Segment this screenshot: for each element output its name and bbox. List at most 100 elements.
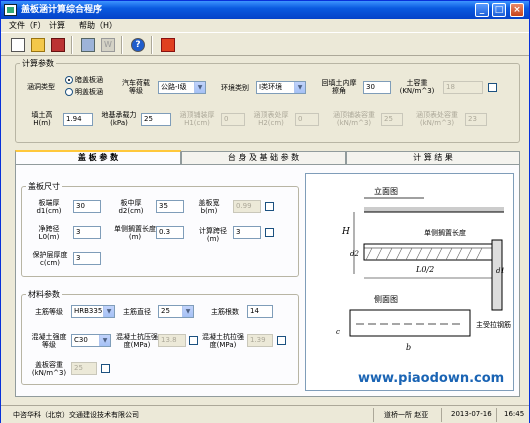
toolbar-separator	[71, 36, 73, 54]
close-button[interactable]: ×	[510, 3, 524, 17]
maximize-button[interactable]: □	[492, 3, 506, 17]
calculator-icon[interactable]	[79, 36, 97, 54]
calc-params-legend: 计算参数	[22, 59, 54, 68]
label-d1: d1	[496, 267, 505, 275]
foundation-capacity-label: 地基承载力(kPa)	[101, 111, 137, 127]
compress-input[interactable]: 13.8	[158, 334, 186, 347]
help-icon[interactable]: ?	[129, 36, 147, 54]
tab-abutment-params[interactable]: 台 身 及 基 础 参 数	[181, 151, 346, 164]
soil-weight-input[interactable]: 18	[443, 81, 483, 94]
menu-bar: 文件（F） 计算 帮助（H）	[1, 19, 529, 31]
culvert-diagram-svg: 立面图 H d2 d1 L0/2 单侧搁置长度 侧面图 主受拉钢筋 c b ww…	[336, 186, 511, 386]
label-b: b	[406, 343, 411, 352]
env-select[interactable]: I类环境 ▼	[256, 81, 306, 94]
new-file-icon[interactable]	[9, 36, 27, 54]
clear-span-label: 净跨径L0(m)	[38, 225, 60, 241]
calc-span-input[interactable]: 3	[233, 226, 261, 239]
paving-weight-label: 涵顶铺装容重(kN/m^3)	[333, 111, 375, 127]
status-bar: 中咨华科（北京）交通建设技术有限公司 道桥一所 赵亚 2013-07-16 16…	[1, 405, 529, 423]
tab-cover-params[interactable]: 盖 板 参 数	[15, 150, 181, 165]
tensile-label: 混凝土抗拉强度(MPa)	[202, 333, 244, 349]
culvert-type-option-open: 明盖板涵	[75, 88, 103, 96]
chevron-down-icon[interactable]: ▼	[103, 306, 114, 317]
app-icon	[4, 4, 17, 16]
cover-thickness-input[interactable]: 3	[73, 252, 101, 265]
culvert-type-label: 涵洞类型	[27, 83, 55, 91]
title-bar[interactable]: 盖板涵计算综合程序 _ □ ×	[1, 1, 529, 19]
calc-span-label: 计算跨径(m)	[199, 227, 227, 243]
save-icon[interactable]	[49, 36, 67, 54]
chevron-down-icon[interactable]: ▼	[182, 306, 193, 317]
status-user: 道桥一所 赵亚	[384, 411, 429, 419]
foundation-capacity-input[interactable]: 25	[141, 113, 171, 126]
compress-checkbox[interactable]	[189, 336, 198, 345]
soil-weight-label: 土容重(KN/m^3)	[399, 79, 435, 95]
compress-label: 混凝土抗压强度(MPa)	[116, 333, 158, 349]
rest-length-input[interactable]: 0.3	[156, 226, 184, 239]
label-l0: L0/2	[415, 265, 434, 274]
mid-thickness-input[interactable]: 35	[156, 200, 184, 213]
end-thickness-input[interactable]: 30	[73, 200, 101, 213]
menu-help[interactable]: 帮助（H）	[79, 20, 117, 31]
tab-results[interactable]: 计 算 结 果	[346, 151, 520, 164]
cover-slab-section	[349, 309, 471, 337]
rebar-grade-select[interactable]: HRB335 ▼	[71, 305, 115, 318]
rebar-dia-value: 25	[161, 307, 170, 315]
top-thickness-input[interactable]: 0	[221, 113, 245, 126]
rebar-dia-select[interactable]: 25 ▼	[158, 305, 194, 318]
end-thickness-label: 板端厚d1(cm)	[36, 199, 62, 215]
cover-weight-label: 盖板容重(kN/m^3)	[31, 361, 67, 377]
watermark: www.piaodown.com	[358, 371, 504, 386]
toolbar-separator	[121, 36, 123, 54]
tensile-input[interactable]: 1.39	[247, 334, 273, 347]
fill-height-input[interactable]: 1.94	[63, 113, 93, 126]
culvert-type-radio-dark[interactable]	[65, 76, 73, 84]
chevron-down-icon[interactable]: ▼	[194, 82, 205, 93]
fill-height-label: 填土高H(m)	[31, 111, 53, 127]
vehicle-load-value: 公路-I级	[161, 83, 187, 91]
backfill-angle-input[interactable]: 30	[363, 81, 391, 94]
status-time: 16:45	[504, 410, 525, 418]
surface-weight-input[interactable]: 23	[465, 113, 487, 126]
top-surface-input[interactable]: 0	[295, 113, 319, 126]
tensile-checkbox[interactable]	[277, 336, 286, 345]
rebar-count-label: 主筋根数	[211, 308, 239, 316]
status-divider	[441, 408, 442, 422]
word-export-icon[interactable]: W	[99, 36, 117, 54]
material-legend: 材料参数	[28, 290, 60, 299]
chevron-down-icon[interactable]: ▼	[99, 335, 110, 346]
calc-span-checkbox[interactable]	[265, 228, 274, 237]
width-input[interactable]: 0.99	[233, 200, 261, 213]
toolbar-separator	[151, 36, 153, 54]
top-surface-label: 涵顶表处厚H2(cm)	[253, 111, 289, 127]
slab-hatch	[365, 247, 483, 261]
menu-file[interactable]: 文件（F）	[9, 20, 46, 31]
clear-span-input[interactable]: 3	[73, 226, 101, 239]
paving-weight-input[interactable]: 25	[381, 113, 403, 126]
menu-calc[interactable]: 计算	[49, 20, 65, 31]
env-label: 环境类别	[221, 84, 249, 92]
culvert-type-radio-open[interactable]	[65, 88, 73, 96]
fill-soil	[364, 207, 504, 212]
toolbar: W ?	[1, 32, 529, 56]
window-title: 盖板涵计算综合程序	[21, 5, 103, 15]
cover-size-legend: 盖板尺寸	[28, 182, 60, 191]
vehicle-load-select[interactable]: 公路-I级 ▼	[158, 81, 206, 94]
open-folder-icon[interactable]	[29, 36, 47, 54]
cover-weight-checkbox[interactable]	[101, 364, 110, 373]
rebar-count-input[interactable]: 14	[247, 305, 273, 318]
exit-icon[interactable]	[159, 36, 177, 54]
rebar-dia-label: 主筋直径	[123, 308, 151, 316]
rebar-grade-label: 主筋等级	[35, 308, 63, 316]
concrete-grade-select[interactable]: C30 ▼	[71, 334, 111, 347]
rest-length-callout: 单侧搁置长度	[424, 228, 466, 237]
cover-slab-elevation	[363, 243, 493, 261]
minimize-button[interactable]: _	[475, 3, 489, 17]
chevron-down-icon[interactable]: ▼	[294, 82, 305, 93]
concrete-grade-value: C30	[74, 336, 88, 344]
width-checkbox[interactable]	[265, 202, 274, 211]
status-divider	[496, 408, 497, 422]
cover-weight-input[interactable]: 25	[71, 362, 97, 375]
soil-weight-checkbox[interactable]	[488, 83, 497, 92]
status-date: 2013-07-16	[451, 410, 492, 418]
